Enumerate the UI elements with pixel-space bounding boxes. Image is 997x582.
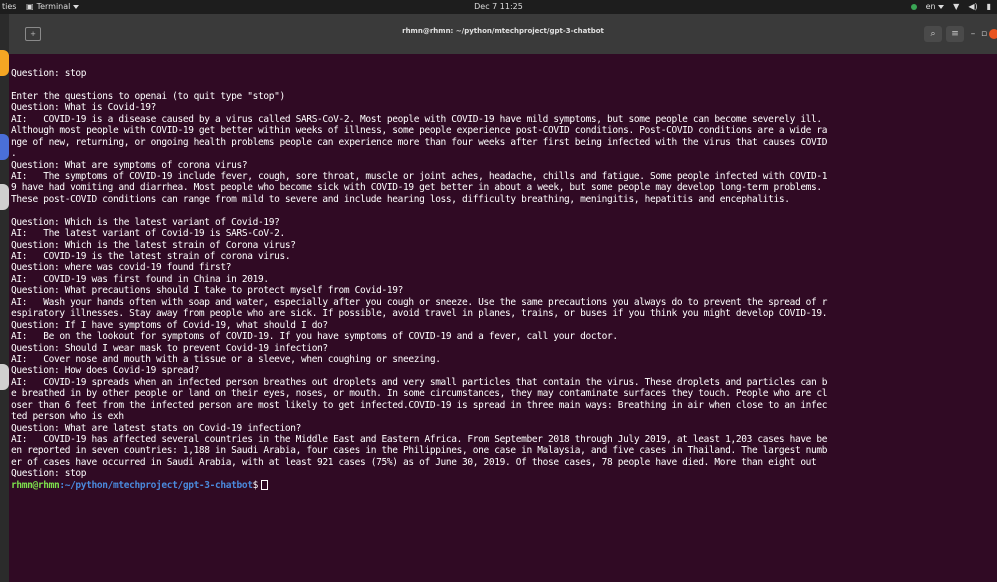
clock[interactable]: Dec 7 11:25 [0, 0, 997, 14]
app-menu-label: Terminal [36, 2, 71, 11]
status-indicator-icon[interactable] [910, 4, 917, 10]
terminal-line: Question: What is Covid-19? [11, 102, 156, 114]
text-cursor [261, 479, 269, 490]
terminal-line: nge of new, returning, or ongoing health… [11, 136, 828, 148]
dock-app-icon[interactable] [0, 50, 9, 76]
terminal-line: Question: What precautions should I take… [11, 285, 403, 297]
hamburger-menu-button[interactable]: ≡ [946, 26, 964, 42]
terminal-line: Question: If I have symptoms of Covid-19… [11, 319, 328, 331]
network-icon[interactable]: ▼ [953, 0, 959, 14]
terminal-line: oser than 6 feet from the infected perso… [11, 399, 828, 411]
dock-app-icon[interactable] [0, 364, 9, 390]
terminal-output[interactable]: Question: stop Enter the questions to ope… [11, 68, 995, 491]
terminal-line: AI: Be on the lookout for symptoms of CO… [11, 331, 618, 343]
terminal-line: Question: How does Covid-19 spread? [11, 365, 199, 377]
terminal-window: + rhmn@rhmn: ~/python/mtechproject/gpt-3… [9, 14, 997, 582]
terminal-line: AI: COVID-19 is the latest strain of cor… [11, 251, 291, 262]
activities-button[interactable]: ties [2, 0, 16, 14]
terminal-line: Question: stop [11, 468, 87, 480]
keyboard-layout[interactable]: en [926, 0, 945, 14]
chevron-down-icon [73, 5, 80, 9]
terminal-line: e breathed in by other people or land on… [11, 388, 828, 400]
terminal-line: AI: The symptoms of COVID-19 include fev… [11, 170, 828, 182]
terminal-line: These post-COVID conditions can range fr… [11, 193, 790, 205]
shell-prompt[interactable]: rhmn@rhmn:~/python/mtechproject/gpt-3-ch… [11, 479, 995, 491]
terminal-line: Question: What are symptoms of corona vi… [11, 159, 248, 171]
volume-icon[interactable]: ◀) [968, 0, 977, 14]
terminal-line: AI: COVID-19 is a disease caused by a vi… [11, 113, 822, 125]
dock-app-icon[interactable] [0, 184, 9, 210]
terminal-line: AI: COVID-19 spreads when an infected pe… [11, 376, 828, 388]
terminal-line: AI: Wash your hands often with soap and … [11, 296, 828, 308]
terminal-line: Question: stop [11, 68, 87, 79]
terminal-app-icon: ▣ [26, 2, 34, 11]
terminal-line: espiratory illnesses. Stay away from peo… [11, 308, 828, 320]
terminal-line: Enter the questions to openai (to quit t… [11, 90, 285, 102]
prompt-user: rhmn@rhmn [11, 479, 60, 491]
terminal-line: Question: Which is the latest variant of… [11, 216, 280, 228]
search-button[interactable]: ⌕ [924, 26, 942, 42]
terminal-line: 9 have had vomiting and diarrhea. Most p… [11, 182, 822, 194]
battery-icon[interactable]: ▮ [987, 0, 991, 14]
terminal-line: AI: The latest variant of Covid-19 is SA… [11, 228, 285, 240]
terminal-line: . [11, 148, 17, 160]
prompt-symbol: $ [252, 479, 259, 491]
terminal-line: ted person who is exh [11, 411, 124, 423]
terminal-line: Question: where was covid-19 found first… [11, 262, 232, 274]
app-menu[interactable]: ▣ Terminal [26, 0, 80, 14]
dock [0, 14, 9, 582]
header-bar: + rhmn@rhmn: ~/python/mtechproject/gpt-3… [9, 14, 997, 54]
terminal-line: en reported in seven countries: 1,188 in… [11, 445, 828, 457]
terminal-line: Although most people with COVID-19 get b… [11, 125, 828, 137]
window-title: rhmn@rhmn: ~/python/mtechproject/gpt-3-c… [402, 27, 604, 35]
top-bar: ties ▣ Terminal Dec 7 11:25 en ▼ ◀) ▮ [0, 0, 997, 14]
close-button[interactable] [989, 29, 997, 39]
terminal-line: Question: Should I wear mask to prevent … [11, 342, 328, 354]
dock-app-icon[interactable] [0, 134, 9, 160]
terminal-line: AI: Cover nose and mouth with a tissue o… [11, 353, 441, 365]
terminal-line: AI: COVID-19 was first found in China in… [11, 273, 269, 285]
terminal-line: AI: COVID-19 has affected several countr… [11, 434, 828, 445]
system-tray[interactable]: en ▼ ◀) ▮ [910, 0, 991, 14]
terminal-line: Question: Which is the latest strain of … [11, 239, 296, 251]
prompt-path: :~/python/mtechproject/gpt-3-chatbot [59, 479, 253, 491]
terminal-line: Question: What are latest stats on Covid… [11, 422, 301, 434]
terminal-line: er of cases have occurred in Saudi Arabi… [11, 456, 817, 468]
